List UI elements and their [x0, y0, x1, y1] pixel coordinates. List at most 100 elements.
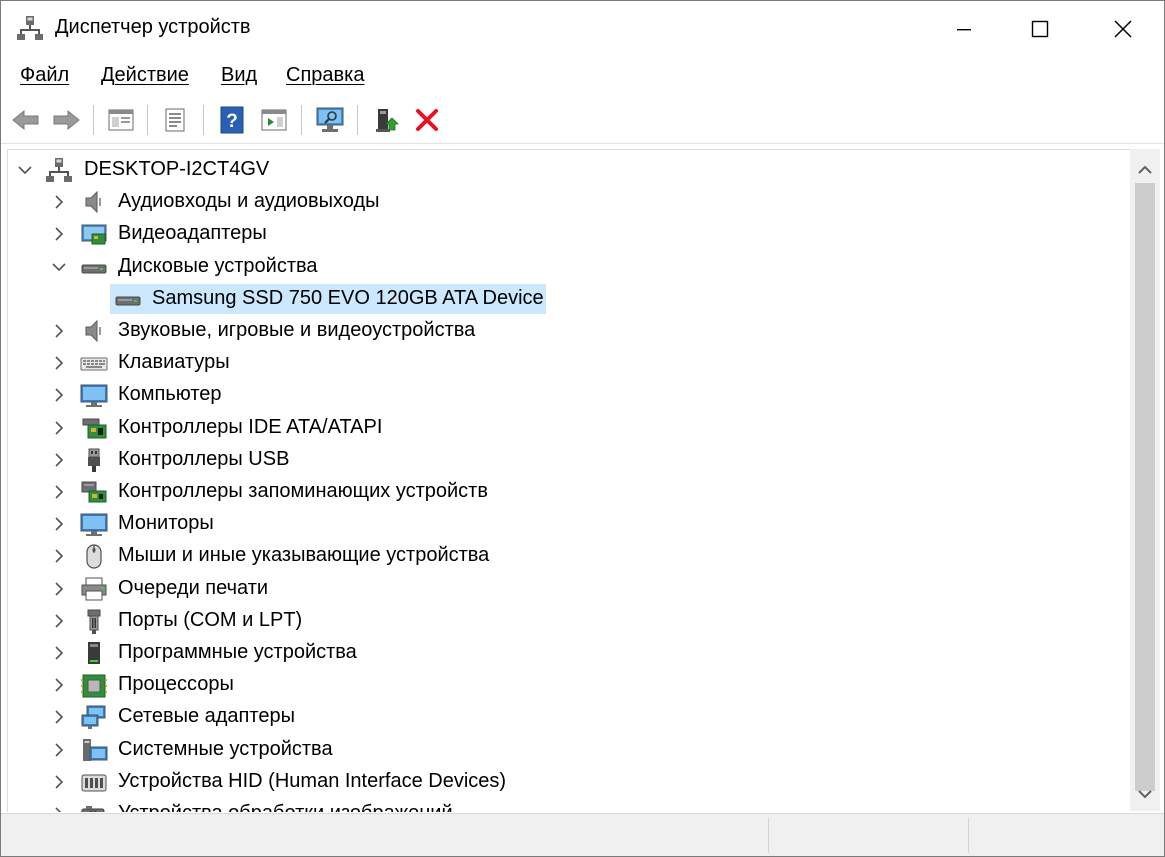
- tree-expand-toggle[interactable]: [50, 258, 68, 276]
- tree-expand-toggle[interactable]: [50, 386, 68, 404]
- tree-category-label: Мыши и иные указывающие устройства: [118, 544, 490, 567]
- tree-category-item[interactable]: Мыши и иные указывающие устройства: [8, 541, 1108, 571]
- tree-category-item[interactable]: Звуковые, игровые и видеоустройства: [8, 316, 1108, 346]
- tree-expand-toggle[interactable]: [50, 193, 68, 211]
- tree-category-label: Устройства HID (Human Interface Devices): [118, 769, 507, 792]
- update-driver-button[interactable]: [369, 103, 403, 137]
- hid-icon: [81, 774, 107, 792]
- scroll-down-button[interactable]: [1130, 779, 1160, 809]
- tree-category-label: Контроллеры USB: [118, 447, 290, 470]
- tree-category-item[interactable]: Компьютер: [8, 380, 1108, 410]
- tree-expand-toggle[interactable]: [50, 741, 68, 759]
- tree-expand-toggle[interactable]: [50, 225, 68, 243]
- keyboard-icon: [80, 357, 108, 371]
- title-bar[interactable]: Диспетчер устройств: [1, 1, 1164, 57]
- update-driver-icon: [376, 109, 399, 132]
- tree-category-item[interactable]: Мониторы: [8, 509, 1108, 539]
- tree-expand-toggle[interactable]: [50, 451, 68, 469]
- tree-expand-toggle[interactable]: [50, 419, 68, 437]
- toolbar-separator: [203, 105, 204, 135]
- close-icon: [1114, 20, 1132, 38]
- tree-category-item[interactable]: Контроллеры USB: [8, 445, 1108, 475]
- tree-expand-toggle[interactable]: [50, 580, 68, 598]
- tree-expand-toggle[interactable]: [50, 322, 68, 340]
- tree-expand-toggle[interactable]: [50, 708, 68, 726]
- menu-action[interactable]: Действие: [101, 64, 189, 87]
- tree-expand-toggle[interactable]: [50, 354, 68, 372]
- close-button[interactable]: [1085, 1, 1161, 57]
- maximize-button[interactable]: [1002, 1, 1078, 57]
- chevron-right-icon: [55, 582, 64, 596]
- storage-controller-icon: [81, 481, 107, 503]
- show-hide-console-tree-button[interactable]: [104, 103, 138, 137]
- tree-category-item[interactable]: Клавиатуры: [8, 348, 1108, 378]
- tree-expand-toggle[interactable]: [50, 644, 68, 662]
- device-tree[interactable]: DESKTOP-I2CT4GV Аудиовходы и аудиовыходы В…: [7, 149, 1130, 812]
- tree-category-label: Клавиатуры: [118, 351, 230, 374]
- tree-category-item[interactable]: Видеоадаптеры: [8, 219, 1108, 249]
- minimize-button[interactable]: [926, 1, 1002, 57]
- tree-expand-toggle[interactable]: [50, 676, 68, 694]
- menu-help[interactable]: Справка: [286, 64, 364, 87]
- tree-category-label: Видеоадаптеры: [118, 222, 267, 245]
- tree-root-expand-toggle[interactable]: [16, 161, 34, 179]
- chevron-right-icon: [55, 775, 64, 789]
- tree-category-item[interactable]: Контроллеры запоминающих устройств: [8, 477, 1108, 507]
- help-icon: ?: [220, 106, 244, 134]
- help-button[interactable]: ?: [215, 103, 249, 137]
- forward-button[interactable]: [49, 103, 83, 137]
- forward-arrow-icon: [53, 109, 80, 131]
- device-manager-window: Диспетчер устройств Файл Действие Вид Сп…: [0, 0, 1165, 857]
- tree-category-item[interactable]: Устройства HID (Human Interface Devices): [8, 767, 1108, 797]
- chevron-right-icon: [55, 807, 62, 812]
- disk-drive-icon: [115, 296, 141, 306]
- tree-device-label: Samsung SSD 750 EVO 120GB ATA Device: [152, 286, 544, 309]
- tree-root-item[interactable]: DESKTOP-I2CT4GV: [8, 155, 1108, 185]
- scan-hardware-changes-button[interactable]: [313, 103, 347, 137]
- status-bar: [1, 813, 1164, 856]
- usb-icon: [88, 448, 100, 472]
- chevron-right-icon: [55, 710, 64, 724]
- disk-drive-icon: [81, 264, 107, 274]
- tree-category-item[interactable]: Очереди печати: [8, 574, 1108, 604]
- tree-category-item[interactable]: Дисковые устройства: [8, 252, 1108, 282]
- uninstall-device-button[interactable]: [410, 103, 444, 137]
- speaker-icon: [85, 190, 101, 214]
- tree-category-item[interactable]: Порты (COM и LPT): [8, 606, 1108, 636]
- tree-category-item[interactable]: Сетевые адаптеры: [8, 702, 1108, 732]
- back-arrow-icon: [12, 109, 39, 131]
- tree-category-item[interactable]: Аудиовходы и аудиовыходы: [8, 187, 1108, 217]
- svg-text:?: ?: [226, 111, 238, 132]
- tree-category-item[interactable]: Процессоры: [8, 670, 1108, 700]
- toolbar: ?: [1, 97, 1164, 144]
- vertical-scrollbar[interactable]: [1130, 149, 1160, 811]
- properties-icon: [165, 108, 185, 132]
- tree-expand-toggle[interactable]: [50, 773, 68, 791]
- scroll-thumb[interactable]: [1135, 183, 1155, 791]
- chevron-right-icon: [55, 388, 64, 402]
- chevron-right-icon: [55, 453, 64, 467]
- tree-category-item[interactable]: Контроллеры IDE ATA/ATAPI: [8, 413, 1108, 443]
- tree-device-item[interactable]: Samsung SSD 750 EVO 120GB ATA Device: [8, 283, 1108, 314]
- properties-button[interactable]: [158, 103, 192, 137]
- tree-expand-toggle[interactable]: [50, 612, 68, 630]
- printer-icon: [81, 577, 107, 601]
- tree-expand-toggle[interactable]: [50, 805, 68, 812]
- tree-expand-toggle[interactable]: [50, 483, 68, 501]
- tree-category-label: Процессоры: [118, 673, 234, 696]
- action-pane-button[interactable]: [257, 103, 291, 137]
- menu-view[interactable]: Вид: [221, 64, 257, 87]
- monitor-icon: [80, 384, 108, 408]
- tree-category-item[interactable]: Системные устройства: [8, 735, 1108, 765]
- chevron-right-icon: [55, 743, 64, 757]
- menu-file[interactable]: Файл: [20, 64, 69, 87]
- action-pane-icon: [261, 109, 287, 131]
- back-button[interactable]: [9, 103, 43, 137]
- tree-expand-toggle[interactable]: [50, 547, 68, 565]
- tree-expand-toggle[interactable]: [50, 515, 68, 533]
- device-manager-icon: [17, 16, 43, 40]
- chevron-right-icon: [55, 646, 64, 660]
- tree-category-item[interactable]: Устройства обработки изображений: [8, 799, 1108, 812]
- scroll-up-button[interactable]: [1130, 155, 1160, 185]
- tree-category-item[interactable]: Программные устройства: [8, 638, 1108, 668]
